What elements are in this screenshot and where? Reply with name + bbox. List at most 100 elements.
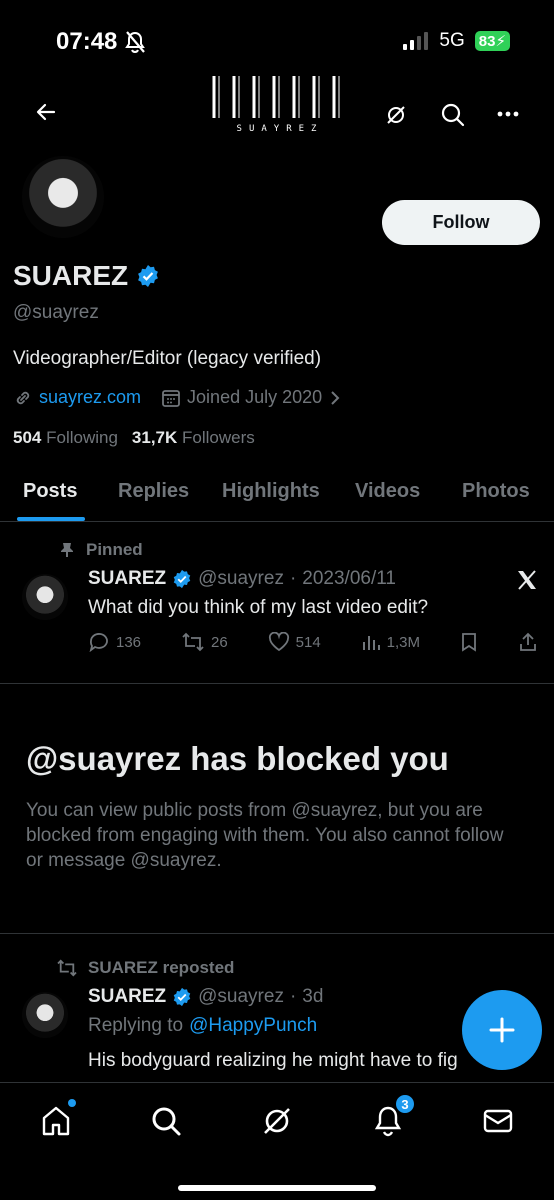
post-separator: · bbox=[289, 986, 297, 1007]
nav-notifications[interactable]: 3 bbox=[368, 1093, 416, 1141]
nav-search[interactable] bbox=[146, 1101, 186, 1141]
notifications-badge: 3 bbox=[394, 1093, 416, 1115]
views-icon bbox=[362, 636, 380, 650]
mute-bell-icon bbox=[125, 31, 145, 54]
repost-icon bbox=[57, 959, 77, 977]
post-separator: · bbox=[289, 568, 297, 589]
reply-count: 136 bbox=[116, 633, 142, 651]
home-icon bbox=[42, 1106, 70, 1136]
blocked-description: You can view public posts from @suayrez,… bbox=[26, 800, 504, 871]
share-action[interactable] bbox=[518, 632, 538, 652]
tab-posts[interactable]: Posts bbox=[23, 480, 77, 503]
pin-icon bbox=[61, 543, 73, 557]
profile-meta: suayrez.com Joined July 2020 bbox=[13, 387, 342, 408]
search-icon[interactable] bbox=[440, 102, 466, 128]
replying-to-link[interactable]: @HappyPunch bbox=[189, 1015, 317, 1037]
post-author-handle: @suayrez bbox=[198, 986, 284, 1007]
heart-icon bbox=[268, 632, 289, 652]
post-date: 3d bbox=[302, 986, 324, 1007]
pinned-label: Pinned bbox=[86, 540, 143, 559]
network-type: 5G bbox=[439, 30, 465, 51]
post-author-name[interactable]: SUAREZ bbox=[88, 568, 166, 590]
follow-button[interactable]: Follow bbox=[382, 200, 540, 245]
pinned-label-row: Pinned bbox=[60, 540, 143, 560]
battery-level: 83 bbox=[478, 33, 496, 50]
x-logo-icon bbox=[518, 570, 536, 590]
verified-badge-icon bbox=[173, 569, 191, 589]
profile-tabs: Posts Replies Highlights Videos Photos bbox=[0, 470, 554, 522]
calendar-icon bbox=[162, 389, 180, 407]
compose-button[interactable] bbox=[462, 990, 542, 1070]
followers-stat[interactable]: 31,7K Followers bbox=[132, 428, 255, 448]
followers-count: 31,7K bbox=[131, 428, 178, 447]
profile-stats: 504 Following 31,7K Followers bbox=[13, 428, 255, 448]
header-logo: SUAYREZ bbox=[210, 72, 350, 134]
repost-icon bbox=[182, 632, 204, 652]
website-link[interactable]: suayrez.com bbox=[39, 387, 141, 408]
post-actions: 136 26 514 1,3M bbox=[88, 632, 538, 652]
following-stat[interactable]: 504 Following bbox=[13, 428, 118, 448]
grok-icon[interactable] bbox=[384, 103, 408, 127]
nav-messages[interactable] bbox=[478, 1101, 518, 1141]
following-label: Following bbox=[46, 428, 118, 447]
profile-avatar[interactable] bbox=[22, 156, 104, 238]
verified-badge-icon bbox=[173, 987, 191, 1007]
more-options-icon[interactable] bbox=[496, 110, 520, 118]
chevron-right-icon[interactable] bbox=[328, 389, 342, 407]
replying-prefix: Replying to bbox=[88, 1015, 184, 1036]
verified-badge-icon[interactable] bbox=[136, 264, 160, 288]
status-time: 07:48 bbox=[56, 28, 118, 55]
views-action[interactable]: 1,3M bbox=[361, 632, 420, 652]
blocked-title: @suayrez has blocked you bbox=[26, 740, 449, 777]
share-icon bbox=[520, 632, 536, 651]
pinned-post-header: SUAREZ @suayrez · 2023/06/11 bbox=[88, 568, 396, 590]
repost-header: SUAREZ @suayrez · 3d bbox=[88, 986, 323, 1008]
tab-highlights[interactable]: Highlights bbox=[222, 480, 320, 503]
nav-grok[interactable] bbox=[257, 1101, 297, 1141]
replying-to-row: Replying to @HappyPunch bbox=[88, 1015, 317, 1037]
barcode-logo-icon bbox=[212, 76, 340, 118]
post-avatar[interactable] bbox=[22, 574, 68, 620]
reply-action[interactable]: 136 bbox=[88, 632, 141, 652]
section-divider bbox=[0, 933, 554, 934]
search-icon bbox=[152, 1107, 181, 1136]
tab-photos[interactable]: Photos bbox=[462, 480, 530, 503]
profile-name-row: SUAREZ bbox=[13, 260, 160, 292]
profile-handle: @suayrez bbox=[13, 302, 99, 323]
battery-indicator: 83⚡ bbox=[474, 31, 510, 51]
nav-home[interactable] bbox=[36, 1099, 76, 1141]
reposted-label: SUAREZ reposted bbox=[88, 958, 235, 977]
post-divider bbox=[0, 683, 554, 684]
profile-bio: Videographer/Editor (legacy verified) bbox=[13, 348, 322, 369]
post-author-handle: @suayrez bbox=[198, 568, 284, 589]
following-count: 504 bbox=[13, 428, 42, 447]
bottom-nav: 3 bbox=[0, 1082, 554, 1200]
tab-replies[interactable]: Replies bbox=[118, 480, 189, 503]
post-text: His bodyguard realizing he might have to… bbox=[88, 1050, 458, 1071]
repost-action[interactable]: 26 bbox=[181, 632, 228, 652]
followers-label: Followers bbox=[182, 428, 255, 447]
joined-date: Joined July 2020 bbox=[187, 387, 323, 407]
signal-icon bbox=[403, 32, 429, 50]
home-dot bbox=[68, 1099, 76, 1107]
logo-text: SUAYREZ bbox=[236, 124, 324, 134]
mail-icon bbox=[483, 1109, 513, 1133]
back-arrow-icon[interactable] bbox=[34, 100, 58, 124]
profile-name: SUAREZ bbox=[13, 260, 129, 291]
plus-icon bbox=[489, 1017, 515, 1043]
active-tab-indicator bbox=[17, 517, 85, 521]
like-count: 514 bbox=[295, 633, 321, 651]
views-count: 1,3M bbox=[386, 633, 421, 651]
like-action[interactable]: 514 bbox=[268, 632, 321, 652]
post-date: 2023/06/11 bbox=[302, 568, 396, 589]
post-text: What did you think of my last video edit… bbox=[88, 597, 429, 618]
reply-icon bbox=[89, 633, 108, 652]
post-author-name[interactable]: SUAREZ bbox=[88, 986, 166, 1008]
post-avatar[interactable] bbox=[22, 992, 68, 1038]
repost-count: 26 bbox=[211, 633, 228, 651]
bookmark-action[interactable] bbox=[460, 632, 478, 652]
tab-videos[interactable]: Videos bbox=[355, 480, 420, 503]
grok-icon bbox=[264, 1108, 290, 1134]
bookmark-icon bbox=[462, 633, 476, 652]
reposted-label-row: SUAREZ reposted bbox=[56, 958, 234, 978]
